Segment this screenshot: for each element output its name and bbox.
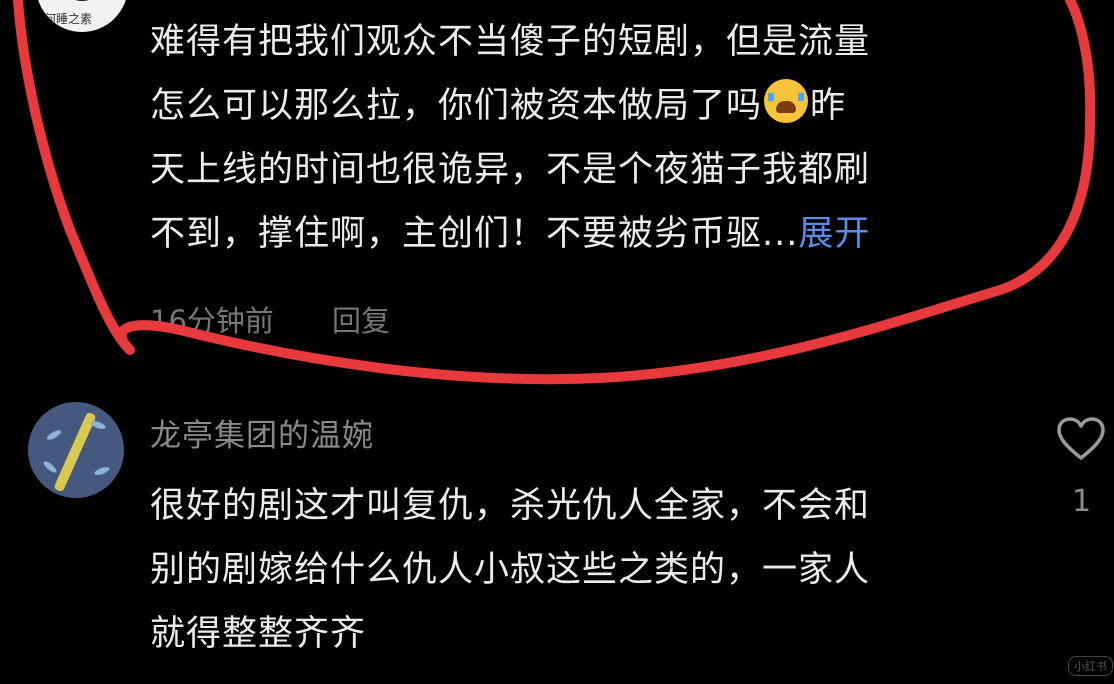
comment-line-text: 不到，撑住啊，主创们！不要被劣币驱... [150, 214, 799, 254]
like-count: 1 [1072, 484, 1092, 519]
comment-line-tail: 昨 [810, 86, 847, 126]
comment-timestamp: 16分钟前 [150, 304, 274, 338]
comment-line: 不到，撑住啊，主创们！不要被劣币驱...展开 [150, 202, 1000, 266]
avatar-leaf [45, 428, 63, 442]
comment-line: 很好的剧这才叫复仇，杀光仇人全家，不会和 [150, 486, 871, 526]
expand-link[interactable]: 展开 [798, 214, 870, 254]
comment-line: 就得整整齐齐 [150, 614, 367, 654]
loudly-crying-face-icon [764, 79, 809, 123]
avatar-leaf [89, 419, 107, 431]
comment-line: 难得有把我们观众不当傻子的短剧，但是流量 [150, 22, 871, 62]
comment-line: 天上线的时间也很诡异，不是个夜猫子我都刷 [150, 150, 871, 190]
username[interactable]: 龙亭集团的温婉 [150, 410, 374, 455]
comment-line: 怎么可以那么拉，你们被资本做局了吗 昨 [150, 74, 1000, 138]
reply-button[interactable]: 回复 [332, 298, 390, 340]
comment-text: 难得有把我们观众不当傻子的短剧，但是流量 怎么可以那么拉，你们被资本做局了吗昨 … [150, 10, 1000, 266]
user-avatar[interactable]: 何睡之素 [36, 0, 128, 32]
comment-line: 别的剧嫁给什么仇人小叔这些之类的，一家人 [150, 550, 871, 590]
comment-text: 很好的剧这才叫复仇，杀光仇人全家，不会和 别的剧嫁给什么仇人小叔这些之类的，一家… [150, 474, 1000, 666]
watermark: 小红书 [1068, 656, 1113, 676]
avatar-face [64, 0, 100, 1]
heart-outline-icon[interactable] [1056, 416, 1106, 462]
avatar-leaf [41, 459, 59, 475]
avatar-leaf [93, 465, 111, 477]
user-avatar[interactable] [28, 402, 124, 498]
comment-line-text: 怎么可以那么拉，你们被资本做局了吗 [150, 86, 763, 126]
avatar-caption: 何睡之素 [44, 12, 93, 26]
